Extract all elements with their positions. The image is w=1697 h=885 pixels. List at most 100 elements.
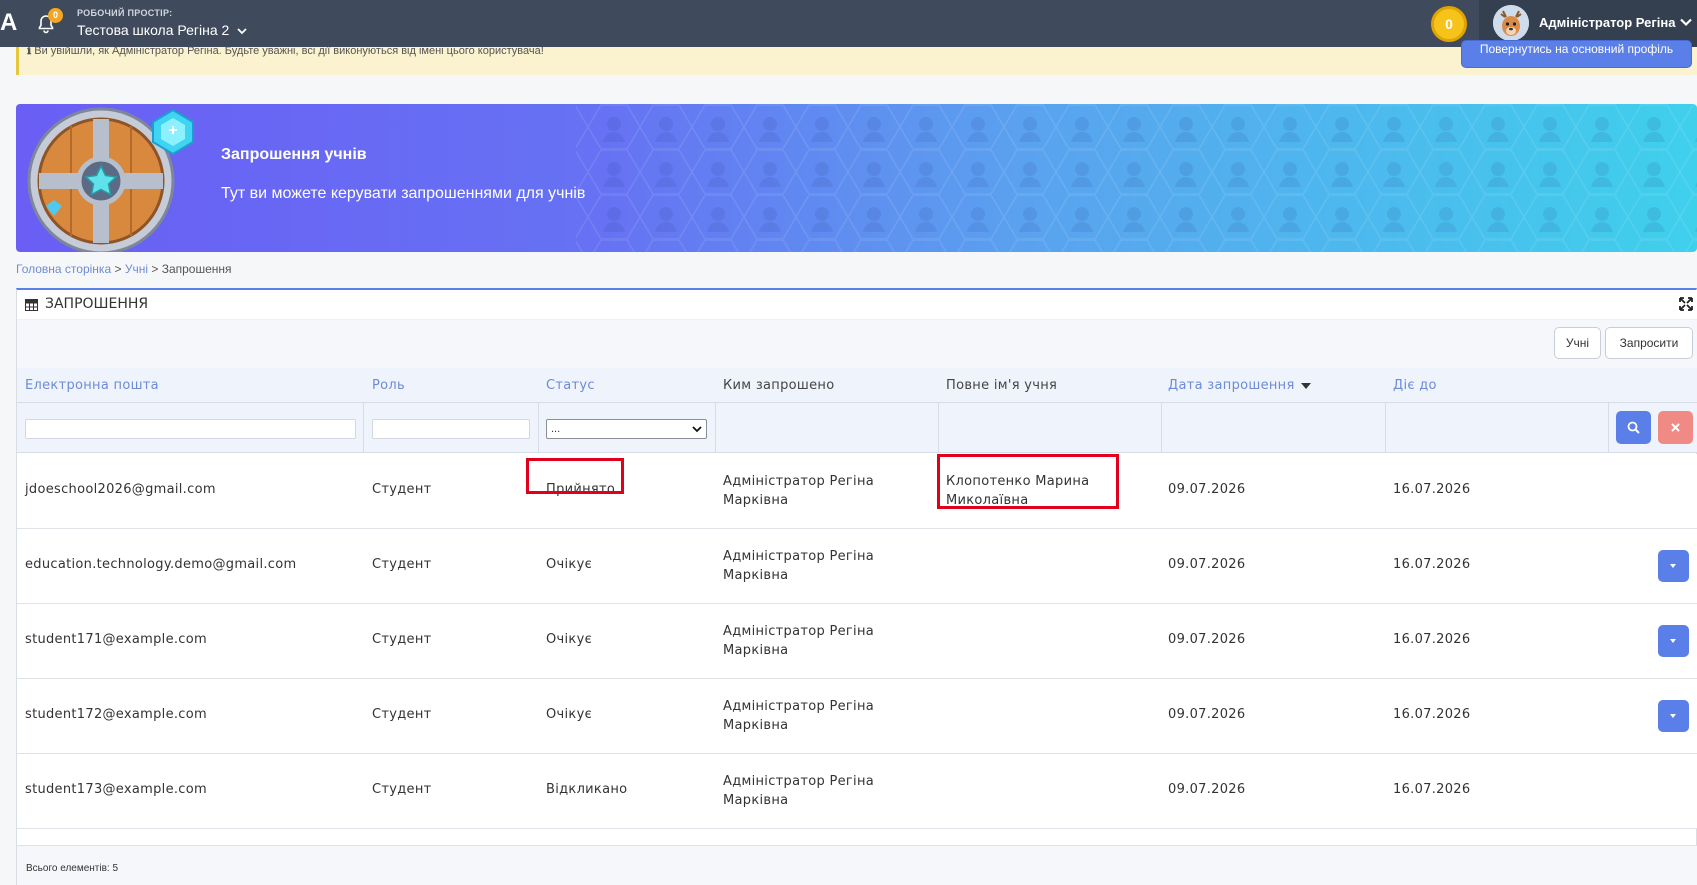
column-header-student-name: Повне ім'я учня (946, 378, 1058, 393)
app-logo[interactable]: A (0, 9, 17, 37)
invite-date-cell: 09.07.2026 (1168, 482, 1246, 497)
valid-until-cell: 16.07.2026 (1393, 632, 1471, 647)
breadcrumb-home-link[interactable]: Головна сторінка (16, 262, 111, 276)
email-cell: education.technology.demo@gmail.com (25, 557, 297, 572)
invited-by-cell: Адміністратор Регіна Марківна (723, 547, 874, 585)
column-header-invite-date[interactable]: Дата запрошення (1168, 378, 1311, 393)
email-filter-input[interactable] (25, 419, 356, 439)
column-header-invited-by: Ким запрошено (723, 378, 835, 393)
search-button[interactable] (1616, 411, 1651, 444)
student-name-highlight-box (937, 454, 1119, 509)
invite-date-cell: 09.07.2026 (1168, 632, 1246, 647)
panel-toolbar: Учні Запросити (17, 320, 1697, 368)
table-row[interactable]: student173@example.com Студент Відкликан… (17, 754, 1697, 829)
caret-down-icon (1670, 564, 1676, 568)
workspace-name: Тестова школа Регіна 2 (77, 22, 230, 38)
grid-icon (25, 299, 38, 311)
workspace-selector[interactable]: Тестова школа Регіна 2 (77, 22, 247, 38)
chevron-down-icon (237, 28, 247, 35)
gem-icon (152, 108, 194, 156)
students-button[interactable]: Учні (1554, 327, 1601, 359)
workspace-label: РОБОЧИЙ ПРОСТІР: (77, 8, 173, 18)
page-subtitle: Тут ви можете керувати запрошеннями для … (221, 185, 586, 202)
invited-by-line1: Адміністратор Регіна (723, 474, 875, 489)
table-row[interactable]: student171@example.com Студент Очікує Ад… (17, 604, 1697, 679)
status-cell: Відкликано (546, 782, 628, 797)
valid-until-cell: 16.07.2026 (1393, 557, 1471, 572)
invite-date-cell: 09.07.2026 (1168, 557, 1246, 572)
chevron-down-icon (692, 426, 702, 433)
chevron-down-icon (1680, 18, 1692, 27)
status-highlight-box (526, 458, 624, 494)
table-row[interactable]: student172@example.com Студент Очікує Ад… (17, 679, 1697, 754)
column-header-status[interactable]: Статус (546, 378, 595, 393)
breadcrumb-separator: > (114, 262, 122, 276)
breadcrumb-current: Запрошення (161, 262, 232, 276)
role-cell: Студент (372, 707, 432, 722)
row-actions-button[interactable] (1658, 625, 1689, 657)
invited-by-cell: Адміністратор Регіна Марківна (723, 472, 874, 510)
return-to-main-profile-button[interactable]: Повернутись на основний профіль (1461, 40, 1692, 68)
invited-by-line2: Марківна (723, 793, 789, 808)
invited-by-line1: Адміністратор Регіна (723, 699, 875, 714)
impersonation-warning: ℹ Ви увійшли, як Адміністратор Регіна. Б… (16, 47, 1697, 75)
search-icon (1627, 421, 1640, 434)
status-cell: Очікує (546, 707, 593, 722)
breadcrumb-separator: > (151, 262, 159, 276)
user-name: Адміністратор Регіна (1539, 15, 1676, 30)
invited-by-line2: Марківна (723, 643, 789, 658)
status-cell: Очікує (546, 557, 593, 572)
invited-by-cell: Адміністратор Регіна Марківна (723, 697, 874, 735)
invited-by-line1: Адміністратор Регіна (723, 549, 875, 564)
valid-until-cell: 16.07.2026 (1393, 482, 1471, 497)
status-filter-select[interactable]: ... (546, 419, 707, 439)
column-header-valid-until[interactable]: Діє до (1393, 378, 1437, 393)
email-cell: student172@example.com (25, 707, 207, 722)
close-icon (1671, 423, 1680, 432)
caret-down-icon (1670, 639, 1676, 643)
email-cell: jdoeschool2026@gmail.com (25, 482, 216, 497)
role-cell: Студент (372, 782, 432, 797)
invited-by-line1: Адміністратор Регіна (723, 624, 875, 639)
expand-icon[interactable] (1679, 297, 1693, 311)
breadcrumb-students-link[interactable]: Учні (125, 262, 148, 276)
invite-date-cell: 09.07.2026 (1168, 782, 1246, 797)
caret-down-icon (1670, 714, 1676, 718)
invite-date-cell: 09.07.2026 (1168, 707, 1246, 722)
invite-date-label: Дата запрошення (1168, 378, 1295, 393)
invited-by-line2: Марківна (723, 568, 789, 583)
valid-until-cell: 16.07.2026 (1393, 707, 1471, 722)
clear-filters-button[interactable] (1658, 411, 1693, 444)
role-filter-input[interactable] (372, 419, 530, 439)
role-cell: Студент (372, 557, 432, 572)
coin-count: 0 (1445, 16, 1453, 32)
sort-desc-icon (1300, 382, 1311, 389)
table-header: Електронна пошта Роль Статус Ким запроше… (17, 368, 1697, 402)
panel-title: ЗАПРОШЕННЯ (45, 296, 149, 312)
top-bar: A 0 РОБОЧИЙ ПРОСТІР: Тестова школа Регін… (0, 0, 1697, 47)
panel-header: ЗАПРОШЕННЯ (17, 290, 1697, 320)
avatar-deer-icon (1493, 5, 1529, 41)
column-header-email[interactable]: Електронна пошта (25, 378, 159, 393)
email-cell: student171@example.com (25, 632, 207, 647)
table-row[interactable]: jdoeschool2026@gmail.com Студент Прийнят… (17, 454, 1697, 529)
valid-until-cell: 16.07.2026 (1393, 782, 1471, 797)
banner-pattern (576, 104, 1697, 252)
coin-icon[interactable]: 0 (1431, 6, 1467, 42)
table-row[interactable]: education.technology.demo@gmail.com Студ… (17, 529, 1697, 604)
invited-by-cell: Адміністратор Регіна Марківна (723, 772, 874, 810)
table-footer: Всього елементів: 5 (17, 845, 1697, 885)
invited-by-line2: Марківна (723, 493, 789, 508)
invited-by-line2: Марківна (723, 718, 789, 733)
page-title: Запрошення учнів (221, 146, 367, 163)
email-cell: student173@example.com (25, 782, 207, 797)
invite-button[interactable]: Запросити (1605, 327, 1693, 359)
invited-by-line1: Адміністратор Регіна (723, 774, 875, 789)
row-actions-button[interactable] (1658, 550, 1689, 582)
total-count: Всього елементів: 5 (26, 863, 119, 874)
column-header-role[interactable]: Роль (372, 378, 405, 393)
filter-row: ... (17, 402, 1697, 453)
breadcrumb: Головна сторінка > Учні > Запрошення (16, 262, 232, 276)
row-actions-button[interactable] (1658, 700, 1689, 732)
notification-badge: 0 (48, 8, 63, 23)
